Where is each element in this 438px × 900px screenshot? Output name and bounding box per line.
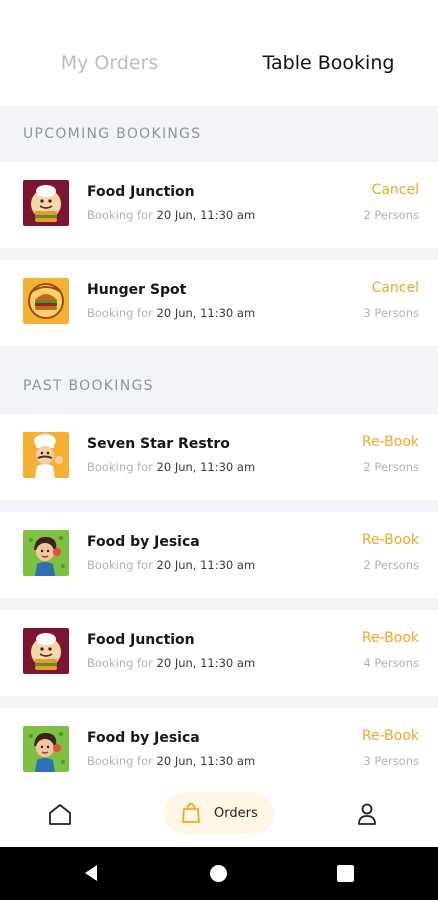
booking-date: 20 Jun, 11:30 am [156,460,256,474]
booking-card[interactable]: Food by Jesica Booking for 20 Jun, 11:30… [0,708,438,780]
home-circle-icon[interactable] [210,865,227,882]
back-triangle-icon[interactable] [82,863,102,883]
booking-prefix: Booking for [87,754,153,768]
booking-prefix: Booking for [87,306,153,320]
restaurant-logo [23,432,69,478]
booking-date: 20 Jun, 11:30 am [156,208,256,222]
shopping-bag-icon [182,803,200,823]
booking-details: Booking for 20 Jun, 11:30 am [87,656,255,670]
tab-my-orders[interactable]: My Orders [0,0,219,106]
restaurant-logo [23,278,69,324]
home-icon[interactable] [46,802,74,826]
restaurant-logo [23,628,69,674]
rebook-button[interactable]: Re-Book [362,532,419,548]
rebook-button[interactable]: Re-Book [362,434,419,450]
restaurant-logo [23,180,69,226]
persons-count: 3 Persons [363,754,419,768]
bookings-list[interactable]: UPCOMING BOOKINGS Food Junction Booking … [0,106,438,780]
booking-date: 20 Jun, 11:30 am [156,656,256,670]
booking-card[interactable]: Food by Jesica Booking for 20 Jun, 11:30… [0,512,438,598]
booking-card[interactable]: Food Junction Booking for 20 Jun, 11:30 … [0,162,438,248]
booking-details: Booking for 20 Jun, 11:30 am [87,754,255,768]
booking-prefix: Booking for [87,460,153,474]
booking-prefix: Booking for [87,558,153,572]
persons-count: 4 Persons [363,656,419,670]
booking-date: 20 Jun, 11:30 am [156,306,256,320]
tab-table-booking[interactable]: Table Booking [219,0,438,106]
restaurant-logo [23,726,69,772]
restaurant-name: Food by Jesica [87,730,200,746]
past-bookings-header: PAST BOOKINGS [23,378,154,394]
booking-card[interactable]: Hunger Spot Booking for 20 Jun, 11:30 am… [0,260,438,346]
booking-tabs: My Orders Table Booking [0,0,438,106]
booking-date: 20 Jun, 11:30 am [156,754,256,768]
persons-count: 3 Persons [363,306,419,320]
recent-square-icon[interactable] [337,865,354,882]
upcoming-bookings-header: UPCOMING BOOKINGS [23,126,202,142]
cancel-button[interactable]: Cancel [372,280,419,296]
orders-nav-button[interactable]: Orders [164,792,274,834]
cancel-button[interactable]: Cancel [372,182,419,198]
restaurant-name: Food Junction [87,632,195,648]
restaurant-logo [23,530,69,576]
rebook-button[interactable]: Re-Book [362,728,419,744]
booking-details: Booking for 20 Jun, 11:30 am [87,306,255,320]
booking-details: Booking for 20 Jun, 11:30 am [87,558,255,572]
booking-date: 20 Jun, 11:30 am [156,558,256,572]
booking-prefix: Booking for [87,208,153,222]
persons-count: 2 Persons [363,558,419,572]
system-navigation-bar [0,847,438,900]
booking-prefix: Booking for [87,656,153,670]
booking-card[interactable]: Food Junction Booking for 20 Jun, 11:30 … [0,610,438,696]
restaurant-name: Food by Jesica [87,534,200,550]
booking-card[interactable]: Seven Star Restro Booking for 20 Jun, 11… [0,414,438,500]
bottom-navigation: Orders [0,780,438,847]
user-icon[interactable] [354,802,380,826]
restaurant-name: Seven Star Restro [87,436,230,452]
rebook-button[interactable]: Re-Book [362,630,419,646]
persons-count: 2 Persons [363,460,419,474]
persons-count: 2 Persons [363,208,419,222]
restaurant-name: Food Junction [87,184,195,200]
restaurant-name: Hunger Spot [87,282,187,298]
booking-details: Booking for 20 Jun, 11:30 am [87,460,255,474]
booking-details: Booking for 20 Jun, 11:30 am [87,208,255,222]
orders-nav-label: Orders [214,805,258,821]
